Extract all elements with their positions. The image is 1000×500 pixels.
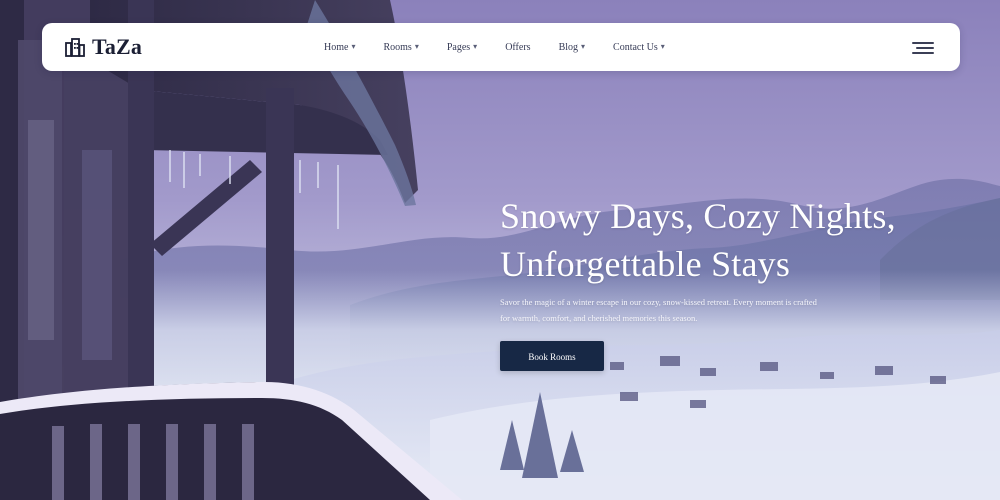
- chevron-down-icon: ▾: [414, 42, 419, 51]
- nav-offers[interactable]: Offers: [505, 42, 530, 53]
- nav-blog[interactable]: Blog ▾: [559, 42, 585, 53]
- hero-description-line-1: Savor the magic of a winter escape in ou…: [500, 297, 817, 307]
- nav-pages[interactable]: Pages ▾: [447, 42, 477, 53]
- primary-menu: Home ▾ Rooms ▾ Pages ▾ Offers Blog ▾ Con…: [324, 23, 665, 71]
- nav-home[interactable]: Home ▾: [324, 42, 355, 53]
- brand-name: TaZa: [92, 34, 143, 59]
- hero-section: TaZa Home ▾ Rooms ▾ Pages ▾ Offers Blog …: [0, 0, 1000, 500]
- nav-offers-label: Offers: [505, 41, 531, 53]
- book-rooms-button[interactable]: Book Rooms: [500, 341, 604, 371]
- building-icon: [65, 38, 85, 57]
- hero-title-line-2: Unforgettable Stays: [500, 244, 791, 284]
- brand-logo[interactable]: TaZa: [64, 34, 142, 60]
- hero-title-line-1: Snowy Days, Cozy Nights,: [500, 196, 896, 236]
- chevron-down-icon: ▾: [660, 42, 665, 51]
- menu-line-middle: [916, 47, 934, 49]
- hero-description: Savor the magic of a winter escape in ou…: [500, 294, 860, 326]
- menu-line-bottom: [912, 52, 934, 54]
- nav-pages-label: Pages: [446, 41, 471, 53]
- chevron-down-icon: ▾: [351, 42, 356, 51]
- top-navigation-bar: TaZa Home ▾ Rooms ▾ Pages ▾ Offers Blog …: [42, 23, 960, 71]
- hero-title: Snowy Days, Cozy Nights, Unforgettable S…: [500, 192, 960, 288]
- menu-line-top: [912, 42, 934, 44]
- nav-rooms[interactable]: Rooms ▾: [383, 42, 418, 53]
- chevron-down-icon: ▾: [581, 42, 586, 51]
- nav-contact-us-label: Contact Us: [613, 41, 658, 53]
- nav-rooms-label: Rooms: [383, 41, 412, 53]
- hamburger-menu-icon[interactable]: [912, 41, 938, 55]
- hero-description-line-2: for warmth, comfort, and cherished memor…: [500, 313, 698, 323]
- chevron-down-icon: ▾: [473, 42, 478, 51]
- nav-blog-label: Blog: [558, 41, 579, 53]
- nav-home-label: Home: [324, 41, 349, 53]
- nav-contact-us[interactable]: Contact Us ▾: [613, 42, 665, 53]
